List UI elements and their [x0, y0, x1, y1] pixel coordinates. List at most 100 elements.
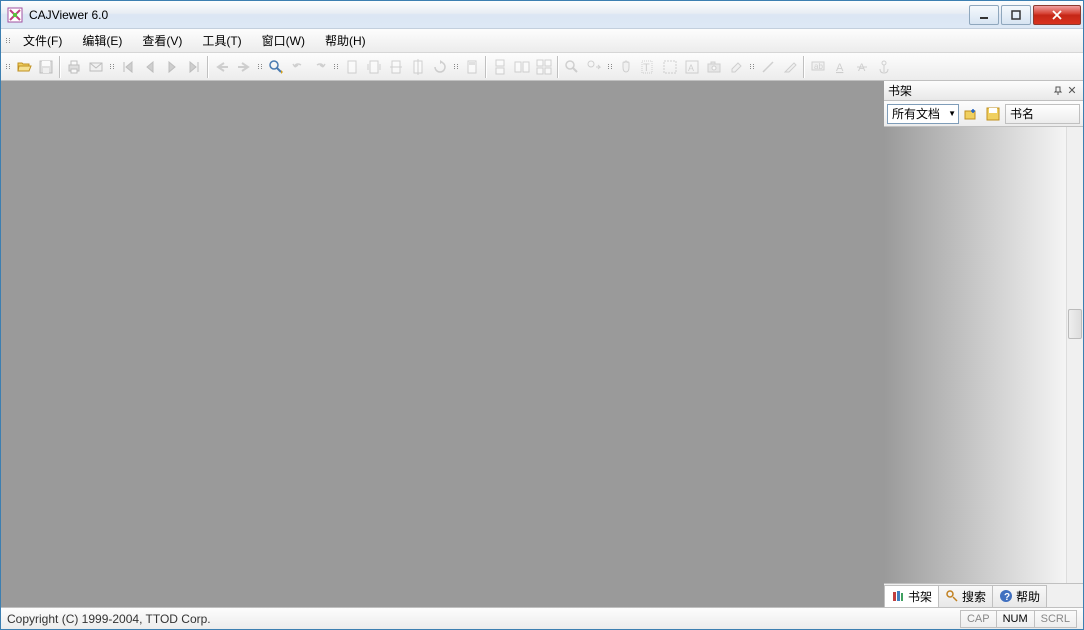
- scrollbar[interactable]: [1066, 127, 1083, 583]
- svg-text:ab: ab: [814, 62, 823, 71]
- select-image-icon[interactable]: [659, 56, 681, 78]
- workspace: [1, 81, 883, 607]
- menu-help[interactable]: 帮助(H): [315, 29, 376, 52]
- prev-page-icon[interactable]: [139, 56, 161, 78]
- highlight-icon[interactable]: A: [829, 56, 851, 78]
- menu-grip[interactable]: [5, 32, 11, 50]
- strikeout-icon[interactable]: A: [851, 56, 873, 78]
- zoom-icon[interactable]: [265, 56, 287, 78]
- hand-icon[interactable]: [615, 56, 637, 78]
- facing-icon[interactable]: [511, 56, 533, 78]
- rotate-icon[interactable]: [429, 56, 451, 78]
- toolbar-grip-5[interactable]: [453, 58, 459, 76]
- page-height-icon[interactable]: [407, 56, 429, 78]
- print-icon[interactable]: [63, 56, 85, 78]
- panel-body: [884, 127, 1083, 583]
- toolbar-grip-7[interactable]: [749, 58, 755, 76]
- close-button[interactable]: [1033, 5, 1081, 25]
- forward-icon[interactable]: [233, 56, 255, 78]
- back-icon[interactable]: [211, 56, 233, 78]
- menu-file[interactable]: 文件(F): [13, 29, 72, 52]
- open-icon[interactable]: [13, 56, 35, 78]
- toolbar-sep: [803, 56, 805, 78]
- panel-close-icon[interactable]: ✕: [1065, 84, 1079, 98]
- find-icon[interactable]: [561, 56, 583, 78]
- continuous-icon[interactable]: [489, 56, 511, 78]
- help-icon: ?: [999, 589, 1013, 603]
- menu-edit[interactable]: 编辑(E): [72, 29, 132, 52]
- toolbar-grip-3[interactable]: [257, 58, 263, 76]
- app-icon: [7, 7, 23, 23]
- save-icon[interactable]: [35, 56, 57, 78]
- line-icon[interactable]: [757, 56, 779, 78]
- bookshelf-list[interactable]: [884, 127, 1066, 583]
- menu-view[interactable]: 查看(V): [132, 29, 192, 52]
- svg-text:A: A: [688, 63, 694, 73]
- svg-text:A: A: [836, 62, 844, 74]
- continuous-facing-icon[interactable]: [533, 56, 555, 78]
- tab-search[interactable]: 搜索: [938, 585, 993, 607]
- menu-window[interactable]: 窗口(W): [252, 29, 315, 52]
- maximize-button[interactable]: [1001, 5, 1031, 25]
- page-actual-icon[interactable]: [341, 56, 363, 78]
- panel-title: 书架: [888, 82, 1051, 99]
- toolbar-sep: [59, 56, 61, 78]
- add-folder-icon[interactable]: [961, 104, 981, 124]
- statusbar: Copyright (C) 1999-2004, TTOD Corp. CAP …: [1, 607, 1083, 629]
- undo-icon[interactable]: [287, 56, 309, 78]
- content-area: 书架 ✕ 所有文档 ▼ 书名 书架: [1, 81, 1083, 607]
- first-page-icon[interactable]: [117, 56, 139, 78]
- page-fit-icon[interactable]: [363, 56, 385, 78]
- eraser-icon[interactable]: [725, 56, 747, 78]
- pin-icon[interactable]: [1051, 84, 1065, 98]
- toolbar: T A ab A A: [1, 53, 1083, 81]
- window-controls: [969, 5, 1081, 25]
- menu-tools[interactable]: 工具(T): [192, 29, 251, 52]
- bookshelf-icon: [891, 589, 905, 603]
- status-cap: CAP: [960, 610, 997, 628]
- scroll-thumb[interactable]: [1068, 309, 1082, 339]
- svg-text:?: ?: [1004, 592, 1010, 603]
- category-dropdown[interactable]: 所有文档 ▼: [887, 104, 959, 124]
- tab-help[interactable]: ? 帮助: [992, 585, 1047, 607]
- window-title: CAJViewer 6.0: [29, 8, 969, 22]
- menubar: 文件(F) 编辑(E) 查看(V) 工具(T) 窗口(W) 帮助(H): [1, 29, 1083, 53]
- status-scrl: SCRL: [1034, 610, 1077, 628]
- toolbar-sep: [557, 56, 559, 78]
- toolbar-sep: [485, 56, 487, 78]
- column-header-name[interactable]: 书名: [1005, 104, 1080, 124]
- redo-icon[interactable]: [309, 56, 331, 78]
- single-page-icon[interactable]: [461, 56, 483, 78]
- last-page-icon[interactable]: [183, 56, 205, 78]
- toolbar-grip-6[interactable]: [607, 58, 613, 76]
- snapshot-icon[interactable]: [703, 56, 725, 78]
- minimize-button[interactable]: [969, 5, 999, 25]
- svg-text:A: A: [858, 62, 866, 74]
- comment-icon[interactable]: ab: [807, 56, 829, 78]
- tab-bookshelf[interactable]: 书架: [884, 585, 939, 607]
- app-window: CAJViewer 6.0 文件(F) 编辑(E) 查看(V) 工具(T) 窗口…: [0, 0, 1084, 630]
- panel-tabs: 书架 搜索 ? 帮助: [884, 583, 1083, 607]
- ocr-icon[interactable]: A: [681, 56, 703, 78]
- next-page-icon[interactable]: [161, 56, 183, 78]
- toolbar-grip-1[interactable]: [5, 58, 11, 76]
- toolbar-grip-2[interactable]: [109, 58, 115, 76]
- save-shelf-icon[interactable]: [983, 104, 1003, 124]
- chevron-down-icon: ▼: [948, 109, 956, 118]
- toolbar-grip-4[interactable]: [333, 58, 339, 76]
- titlebar: CAJViewer 6.0: [1, 1, 1083, 29]
- toolbar-sep: [207, 56, 209, 78]
- panel-toolbar: 所有文档 ▼ 书名: [884, 101, 1083, 127]
- svg-text:T: T: [643, 62, 650, 74]
- page-width-icon[interactable]: [385, 56, 407, 78]
- pencil-icon[interactable]: [779, 56, 801, 78]
- mail-icon[interactable]: [85, 56, 107, 78]
- status-copyright: Copyright (C) 1999-2004, TTOD Corp.: [7, 612, 961, 626]
- find-next-icon[interactable]: [583, 56, 605, 78]
- anchor-icon[interactable]: [873, 56, 895, 78]
- select-text-icon[interactable]: T: [637, 56, 659, 78]
- panel-titlebar: 书架 ✕: [884, 81, 1083, 101]
- bookshelf-panel: 书架 ✕ 所有文档 ▼ 书名 书架: [883, 81, 1083, 607]
- dropdown-value: 所有文档: [892, 105, 940, 122]
- status-num: NUM: [996, 610, 1035, 628]
